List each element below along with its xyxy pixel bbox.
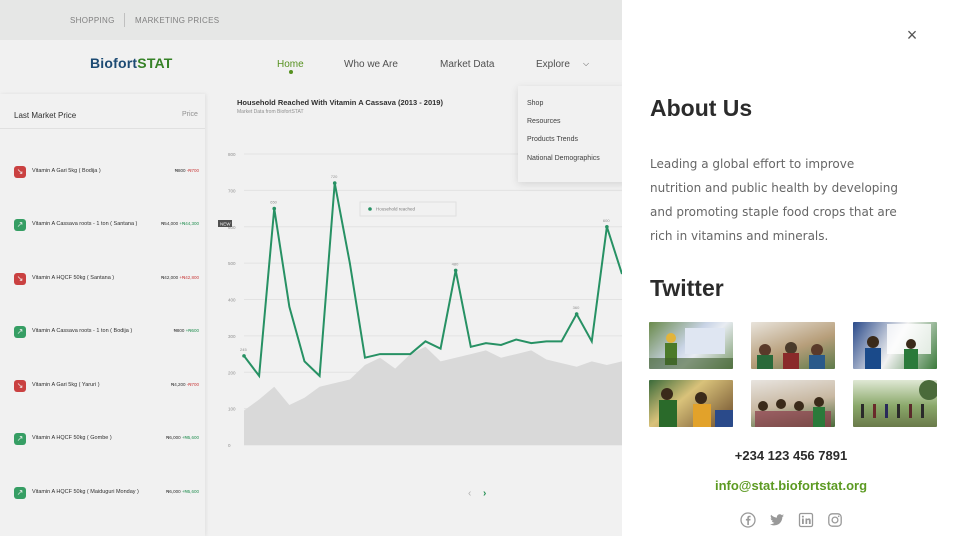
twitter-icon[interactable] xyxy=(769,512,785,528)
modal-backdrop[interactable] xyxy=(0,0,622,536)
about-drawer: × About Us Leading a global effort to im… xyxy=(622,0,960,536)
twitter-photo-2[interactable] xyxy=(751,322,835,369)
contact-phone[interactable]: +234 123 456 7891 xyxy=(622,448,960,463)
instagram-icon[interactable] xyxy=(827,512,843,528)
twitter-title: Twitter xyxy=(650,275,724,301)
twitter-photo-3[interactable] xyxy=(853,322,937,369)
close-icon[interactable]: × xyxy=(905,26,919,44)
twitter-photo-4[interactable] xyxy=(649,380,733,427)
twitter-photo-6[interactable] xyxy=(853,380,937,427)
social-links xyxy=(740,512,850,528)
linkedin-icon[interactable] xyxy=(798,512,814,528)
twitter-photo-1[interactable] xyxy=(649,322,733,369)
facebook-icon[interactable] xyxy=(740,512,756,528)
about-title: About Us xyxy=(650,95,753,121)
about-text: Leading a global effort to improve nutri… xyxy=(650,157,898,243)
contact-email[interactable]: info@stat.biofortstat.org xyxy=(622,478,960,493)
twitter-photo-5[interactable] xyxy=(751,380,835,427)
